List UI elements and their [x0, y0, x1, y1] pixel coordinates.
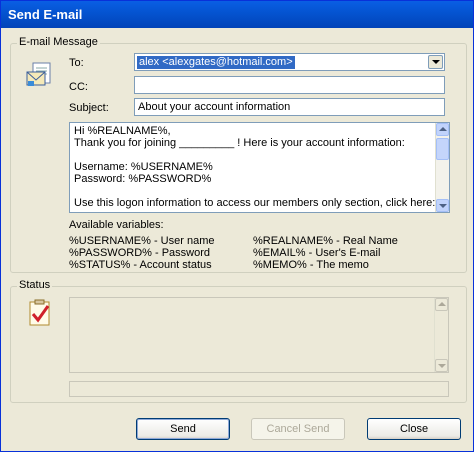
checklist-icon — [27, 299, 53, 330]
to-value: alex <alexgates@hotmail.com> — [137, 56, 295, 69]
variable-password: %PASSWORD% - Password — [69, 247, 210, 259]
email-message-legend: E-mail Message — [17, 36, 100, 48]
send-button[interactable]: Send — [136, 418, 230, 440]
variable-realname: %REALNAME% - Real Name — [253, 235, 398, 247]
body-scrollbar[interactable] — [435, 123, 449, 212]
message-body-textarea[interactable]: Hi %REALNAME%, Thank you for joining ___… — [69, 122, 450, 213]
message-body-text: Hi %REALNAME%, Thank you for joining ___… — [74, 125, 436, 209]
available-variables-label: Available variables: — [69, 219, 164, 231]
arrow-down-icon — [439, 204, 447, 208]
envelope-icon — [25, 62, 53, 93]
variable-memo: %MEMO% - The memo — [253, 259, 369, 271]
status-log — [69, 297, 449, 373]
window-title: Send E-mail — [8, 7, 83, 22]
cc-label: CC: — [69, 81, 88, 93]
title-bar[interactable]: Send E-mail — [1, 1, 473, 28]
to-dropdown-button[interactable] — [428, 55, 443, 69]
close-button[interactable]: Close — [367, 418, 461, 440]
subject-label: Subject: — [69, 102, 109, 114]
status-scroll-down — [435, 359, 448, 372]
cc-field[interactable] — [134, 76, 445, 94]
to-combobox[interactable]: alex <alexgates@hotmail.com> — [134, 53, 445, 71]
send-progress-bar — [69, 381, 449, 397]
chevron-down-icon — [432, 60, 440, 64]
status-group: Status — [10, 279, 467, 403]
subject-field[interactable]: About your account information — [134, 98, 445, 116]
variable-email: %EMAIL% - User's E-mail — [253, 247, 381, 259]
status-scroll-up — [435, 298, 448, 311]
scroll-up-button[interactable] — [436, 123, 449, 136]
scroll-thumb[interactable] — [436, 138, 449, 160]
send-email-window: Send E-mail E-mail Message To: alex <ale… — [0, 0, 474, 452]
status-scrollbar — [434, 298, 448, 372]
arrow-down-icon — [438, 364, 446, 368]
scroll-down-button[interactable] — [436, 199, 449, 212]
subject-value: About your account information — [138, 101, 291, 113]
email-message-group: E-mail Message To: alex <alexgates@hotma… — [10, 36, 467, 273]
cancel-send-button[interactable]: Cancel Send — [251, 418, 345, 440]
variable-status: %STATUS% - Account status — [69, 259, 212, 271]
arrow-up-icon — [439, 127, 447, 131]
variable-username: %USERNAME% - User name — [69, 235, 215, 247]
to-label: To: — [69, 57, 84, 69]
arrow-up-icon — [438, 302, 446, 306]
status-legend: Status — [17, 279, 53, 291]
